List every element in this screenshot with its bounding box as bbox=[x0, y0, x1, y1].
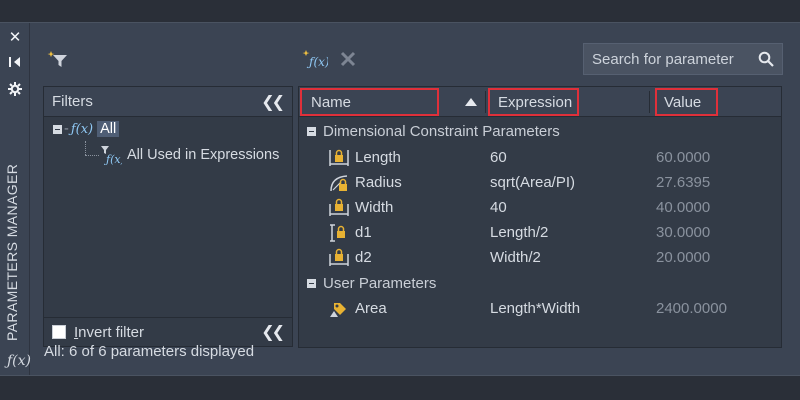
status-bar: All: 6 of 6 parameters displayed bbox=[44, 343, 255, 360]
group-label: Dimensional Constraint Parameters bbox=[323, 123, 560, 140]
search-icon[interactable] bbox=[752, 44, 780, 74]
new-filter-group-icon[interactable] bbox=[46, 47, 70, 71]
table-row[interactable]: Radius sqrt(Area/PI) 27.6395 bbox=[299, 170, 781, 195]
delete-icon[interactable] bbox=[336, 47, 360, 71]
filters-header: Filters ❮❮ bbox=[44, 87, 292, 117]
horizontal-lock-icon bbox=[329, 248, 349, 266]
table-row[interactable]: d2 Width/2 20.0000 bbox=[299, 245, 781, 270]
radius-lock-icon bbox=[330, 175, 348, 192]
parameters-manager-window: ✕ PARAMETERS MANAGER ƒ(x) ƒ(x) Search fo… bbox=[0, 22, 800, 376]
collapse-toggle-icon[interactable] bbox=[307, 279, 316, 288]
invert-filter-checkbox[interactable] bbox=[52, 325, 66, 339]
filters-panel: Filters ❮❮ - ƒ(x) All ƒ(x) All Used in E… bbox=[43, 86, 293, 326]
search-box bbox=[583, 43, 783, 75]
palette-side-strip: ✕ PARAMETERS MANAGER ƒ(x) bbox=[0, 23, 32, 375]
palette-title: PARAMETERS MANAGER bbox=[4, 163, 20, 341]
collapse-filters-icon[interactable]: ❮❮ bbox=[261, 92, 285, 112]
sort-ascending-icon[interactable] bbox=[465, 98, 477, 106]
close-icon[interactable]: ✕ bbox=[0, 27, 30, 47]
horizontal-lock-icon bbox=[329, 198, 349, 216]
collapse-toggle-icon[interactable] bbox=[53, 124, 62, 134]
collapse-filters-footer-icon[interactable]: ❮❮ bbox=[261, 322, 285, 342]
group-label: User Parameters bbox=[323, 275, 437, 292]
vertical-lock-icon bbox=[330, 224, 345, 242]
filter-function-icon: ƒ(x) bbox=[101, 146, 122, 165]
search-input[interactable] bbox=[584, 50, 752, 68]
invert-filter-label: Invert filter bbox=[74, 323, 145, 341]
function-icon: ƒ(x) bbox=[70, 121, 94, 137]
auto-hide-icon[interactable] bbox=[0, 52, 30, 72]
filter-tree: - ƒ(x) All ƒ(x) All Used in Expressions bbox=[44, 117, 292, 165]
table-row[interactable]: Width 40 40.0000 bbox=[299, 195, 781, 220]
highlight-box-expression bbox=[488, 88, 579, 116]
filter-tree-label: All bbox=[97, 121, 120, 137]
new-user-parameter-icon[interactable]: ƒ(x) bbox=[302, 47, 328, 71]
grid-header: Name Expression Value bbox=[299, 87, 781, 117]
linear-lock-icon bbox=[329, 149, 349, 166]
highlight-box-value bbox=[655, 88, 718, 116]
group-row-user-parameters[interactable]: User Parameters bbox=[299, 271, 781, 296]
properties-gear-icon[interactable] bbox=[0, 79, 30, 99]
table-row[interactable]: d1 Length/2 30.0000 bbox=[299, 220, 781, 245]
user-parameter-icon bbox=[330, 303, 346, 317]
parameters-fx-icon: ƒ(x) bbox=[7, 353, 32, 369]
parameters-grid: Name Expression Value Dimensional Constr… bbox=[298, 86, 782, 348]
table-row[interactable]: Length 60 60.0000 bbox=[299, 145, 781, 170]
svg-text:ƒ(x): ƒ(x) bbox=[306, 55, 328, 69]
filter-tree-label: All Used in Expressions bbox=[127, 147, 280, 163]
filters-title: Filters bbox=[52, 93, 93, 110]
group-row-dimensional[interactable]: Dimensional Constraint Parameters bbox=[299, 119, 781, 144]
table-row[interactable]: Area Length*Width 2400.0000 bbox=[299, 296, 781, 321]
filter-tree-item-all[interactable]: - ƒ(x) All bbox=[53, 121, 120, 137]
svg-text:ƒ(x): ƒ(x) bbox=[103, 153, 122, 165]
highlight-box-name bbox=[300, 88, 439, 116]
filter-tree-item-used-in-expressions[interactable]: ƒ(x) All Used in Expressions bbox=[100, 145, 279, 165]
collapse-toggle-icon[interactable] bbox=[307, 127, 316, 136]
